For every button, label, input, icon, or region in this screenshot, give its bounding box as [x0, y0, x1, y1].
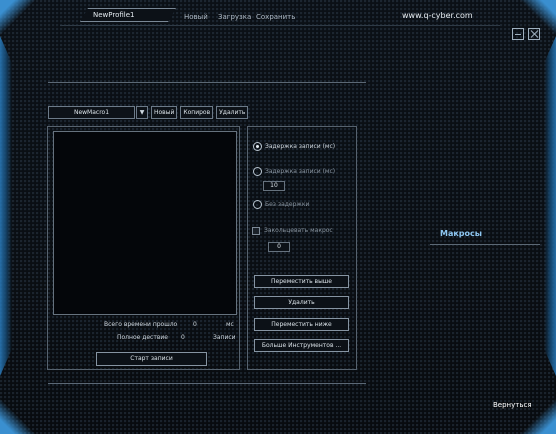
macros-section-label[interactable]: Макросы — [440, 229, 482, 238]
move-down-button[interactable]: Переместить ниже — [254, 318, 349, 331]
app-window: NewProfile1 Новый Загрузка Сохранить www… — [0, 0, 556, 434]
loop-checkbox[interactable] — [252, 227, 260, 235]
close-icon[interactable] — [528, 28, 540, 40]
delete-macro-button[interactable]: Удалить — [216, 106, 249, 119]
macro-select[interactable]: NewMacro1 — [48, 106, 135, 119]
macro-toolbar: NewMacro1 ▼ Новый Копиров Удалить — [48, 106, 249, 119]
delete-event-button[interactable]: Удалить — [254, 296, 349, 309]
right-glow-frame — [544, 36, 556, 376]
actions-unit: Записи — [213, 334, 236, 341]
total-time-value: 0 — [193, 321, 197, 328]
start-record-button[interactable]: Старт записи — [96, 352, 207, 366]
total-time-label: Всего времени прошло — [104, 321, 178, 328]
radio-no-delay-label: Без задержки — [265, 201, 310, 208]
actions-value: 0 — [181, 334, 185, 341]
move-up-button[interactable]: Переместить выше — [254, 275, 349, 288]
radio-fixed-delay[interactable] — [253, 167, 262, 176]
menu-new[interactable]: Новый — [184, 13, 208, 21]
copy-macro-button[interactable]: Копиров — [180, 106, 214, 119]
section-underline — [430, 244, 540, 245]
profile-tab[interactable]: NewProfile1 — [80, 8, 176, 22]
radio-no-delay[interactable] — [253, 200, 262, 209]
site-url[interactable]: www.q-cyber.com — [402, 11, 473, 20]
minimize-icon[interactable] — [512, 28, 524, 40]
corner-decoration — [496, 0, 556, 60]
back-button[interactable]: Вернуться — [493, 401, 532, 409]
radio-record-delay-label: Задержка записи (мс) — [265, 143, 336, 150]
loop-label: Закольцевать макрос — [264, 227, 333, 234]
corner-decoration — [0, 0, 60, 60]
macro-event-list[interactable] — [53, 131, 237, 315]
divider-top — [48, 82, 366, 83]
delay-input[interactable]: 10 — [263, 181, 285, 191]
new-macro-button[interactable]: Новый — [151, 106, 178, 119]
more-tools-button[interactable]: Больше Инструментов ... — [254, 339, 349, 352]
divider-bottom — [48, 383, 366, 384]
loop-count-input[interactable]: 0 — [268, 242, 290, 252]
menu-save[interactable]: Сохранить — [256, 13, 295, 21]
radio-record-delay[interactable] — [253, 142, 262, 151]
options-panel — [247, 126, 357, 370]
left-glow-frame — [0, 36, 12, 376]
total-time-unit: мс — [226, 321, 234, 328]
menu-load[interactable]: Загрузка — [218, 13, 251, 21]
radio-fixed-delay-label: Задержка записи (мс) — [265, 168, 336, 175]
actions-label: Полное дествие — [117, 334, 168, 341]
chevron-down-icon[interactable]: ▼ — [136, 106, 148, 119]
